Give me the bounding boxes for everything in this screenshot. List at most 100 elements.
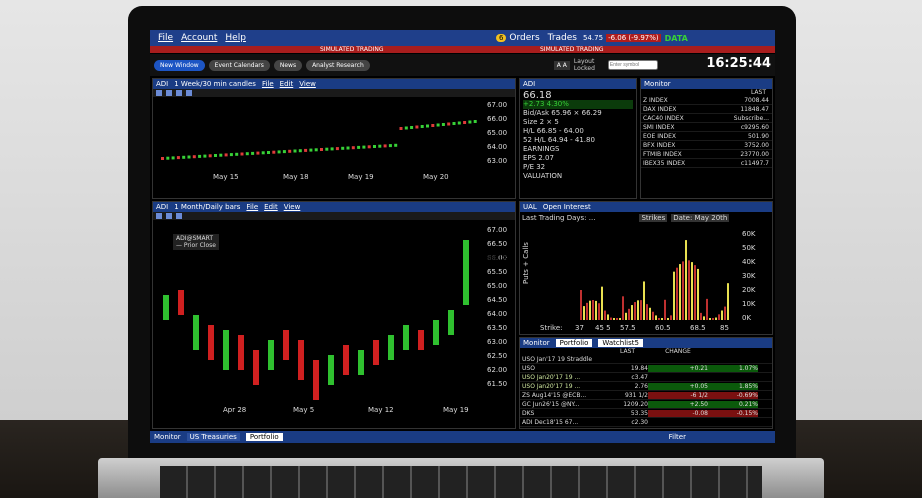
chart1-period[interactable]: 1 Week/30 min candles [174, 80, 256, 88]
open-interest-chart[interactable]: Puts + Calls 60K 50K 40K 30K 20K 10K 0K Strike: 3… [520, 224, 772, 336]
menu-file[interactable]: File [158, 33, 173, 43]
y-tick: 20K [742, 286, 756, 294]
menu-account[interactable]: Account [181, 33, 217, 43]
x-tick: 57.5 [620, 324, 636, 332]
watch-row[interactable]: GC Jun26'15 @NY... 1209.20 +2.50 0.21% [520, 400, 772, 409]
monitor-row[interactable]: Z INDEX 7008.44 [641, 96, 772, 105]
zoom-icon[interactable] [166, 213, 172, 219]
chart2-period[interactable]: 1 Month/Daily bars [174, 203, 240, 211]
event-calendars-button[interactable]: Event Calendars [208, 59, 270, 71]
candle [219, 153, 223, 157]
bottom-portfolio-tab[interactable]: Portfolio [245, 433, 283, 441]
monitor-row[interactable]: IBEX35 INDEX c11497.7 [641, 159, 772, 168]
chart1-file-menu[interactable]: File [262, 80, 274, 88]
monitor-name: FTMIB INDEX [643, 150, 682, 158]
watch-row[interactable]: ZS Aug14'15 @ECB... 931 1/2 -6 1/2 -0.69% [520, 391, 772, 400]
watch-watchlist-tab[interactable]: Watchlist5 [598, 339, 643, 347]
menu-help[interactable]: Help [225, 33, 246, 43]
monitor-header[interactable]: Monitor [641, 79, 772, 89]
orders-button[interactable]: Orders [509, 33, 539, 43]
clock: 16:25:44 [706, 56, 771, 71]
quote-pe: P/E 32 [523, 163, 546, 171]
monitor-row[interactable]: EOE INDEX 501.90 [641, 132, 772, 141]
chart2-header: ADI 1 Month/Daily bars File Edit View [153, 202, 515, 212]
candle [267, 151, 270, 154]
monitor-row[interactable]: BFX INDEX 3752.00 [641, 141, 772, 150]
chart2-edit-menu[interactable]: Edit [264, 203, 278, 211]
trades-button[interactable]: Trades [548, 33, 577, 43]
candle [277, 150, 281, 154]
crosshair-icon[interactable] [156, 90, 162, 96]
symbol-search-input[interactable] [607, 60, 658, 70]
bottom-tabs: Monitor US Treasuries Portfolio Filter [150, 431, 775, 443]
watch-row[interactable]: USO Jan20'17 19 ... c3.47 [520, 373, 772, 382]
oi-bar [628, 308, 630, 320]
monitor-row[interactable]: SMI INDEX c9295.60 [641, 123, 772, 132]
bottom-monitor-tab[interactable]: Monitor [154, 433, 181, 441]
monitor-value: 3752.00 [744, 141, 769, 149]
chart1-edit-menu[interactable]: Edit [280, 80, 294, 88]
monitor-value: Subscribe... [733, 114, 769, 122]
chart1-symbol[interactable]: ADI [156, 80, 168, 88]
oi-days[interactable]: Last Trading Days: ... [522, 214, 595, 222]
font-size-button[interactable]: A A [553, 60, 570, 70]
intraday-chart[interactable]: 67.0066.0065.0064.0063.0066.18May 15 May … [153, 97, 515, 198]
candle [410, 126, 414, 129]
watch-name: ZS Aug14'15 @ECB... [522, 391, 587, 399]
candle [161, 157, 164, 160]
oi-bar [694, 265, 696, 320]
x-tick: May 5 [293, 406, 314, 414]
watch-row[interactable]: USO 19.84 +0.21 1.07% [520, 364, 772, 373]
oi-bar [703, 316, 705, 320]
watch-name: USO Jan20'17 19 ... [522, 382, 581, 390]
draw-icon[interactable] [176, 90, 182, 96]
watch-row[interactable]: ADI Dec18'15 67... c2.30 [520, 418, 772, 427]
quote-hl: H/L 66.85 - 64.00 [523, 127, 584, 135]
daily-chart[interactable]: 67.0066.5066.0065.5065.0064.5064.0063.50… [153, 220, 515, 428]
x-tick: May 19 [443, 406, 469, 414]
bottom-us-treasuries-tab[interactable]: US Treasuries [186, 433, 240, 441]
chart2-view-menu[interactable]: View [284, 203, 301, 211]
oi-bar [646, 304, 648, 320]
filter-button[interactable]: Filter [669, 433, 686, 441]
candle [240, 152, 244, 156]
x-tick: May 18 [283, 173, 309, 181]
settings-icon[interactable] [186, 90, 192, 96]
oi-bar [631, 305, 633, 320]
y-tick: 10K [742, 300, 756, 308]
candle [251, 151, 255, 155]
watch-row[interactable]: USO Jan'17 19 Straddle [520, 355, 772, 364]
candle [463, 121, 467, 124]
oi-symbol[interactable]: UAL [523, 203, 537, 211]
monitor-name: BFX INDEX [643, 141, 676, 149]
watch-portfolio-tab[interactable]: Portfolio [555, 339, 593, 347]
legend-prior-close: — Prior Close [176, 242, 216, 249]
legend-symbol: ADI@SMART [176, 235, 213, 242]
chart2-file-menu[interactable]: File [246, 203, 258, 211]
layout-locked-label[interactable]: Layout Locked [574, 58, 604, 72]
oi-strikes-select[interactable]: Strikes [639, 214, 668, 222]
news-button[interactable]: News [273, 59, 303, 71]
chart1-view-menu[interactable]: View [299, 80, 316, 88]
watch-row[interactable]: DKS 53.35 -0.08 -0.15% [520, 409, 772, 418]
quote-bidask: Bid/Ask 65.96 × 66.29 [523, 109, 602, 117]
candle [394, 143, 398, 147]
watch-monitor-tab[interactable]: Monitor [523, 339, 550, 347]
analyst-research-button[interactable]: Analyst Research [306, 59, 370, 71]
chart2-symbol[interactable]: ADI [156, 203, 168, 211]
candle [362, 145, 366, 149]
monitor-row[interactable]: DAX INDEX 11848.47 [641, 105, 772, 114]
oi-date-select[interactable]: Date: May 20th [671, 214, 730, 222]
new-window-button[interactable]: New Window [154, 59, 205, 71]
monitor-row[interactable]: FTMIB INDEX 23770.00 [641, 150, 772, 159]
crosshair-icon[interactable] [156, 213, 162, 219]
watch-row[interactable]: USO Jan20'17 19 ... 2.76 +0.05 1.85% [520, 382, 772, 391]
zoom-icon[interactable] [166, 90, 172, 96]
open-interest-panel: UAL Open Interest Last Trading Days: ...… [519, 201, 773, 335]
quote-header[interactable]: ADI [520, 79, 636, 89]
monitor-value: 23770.00 [740, 150, 769, 158]
draw-icon[interactable] [176, 213, 182, 219]
watch-name: GC Jun26'15 @NY... [522, 400, 580, 408]
monitor-name: IBEX35 INDEX [643, 159, 686, 167]
monitor-row[interactable]: CAC40 INDEX Subscribe... [641, 114, 772, 123]
